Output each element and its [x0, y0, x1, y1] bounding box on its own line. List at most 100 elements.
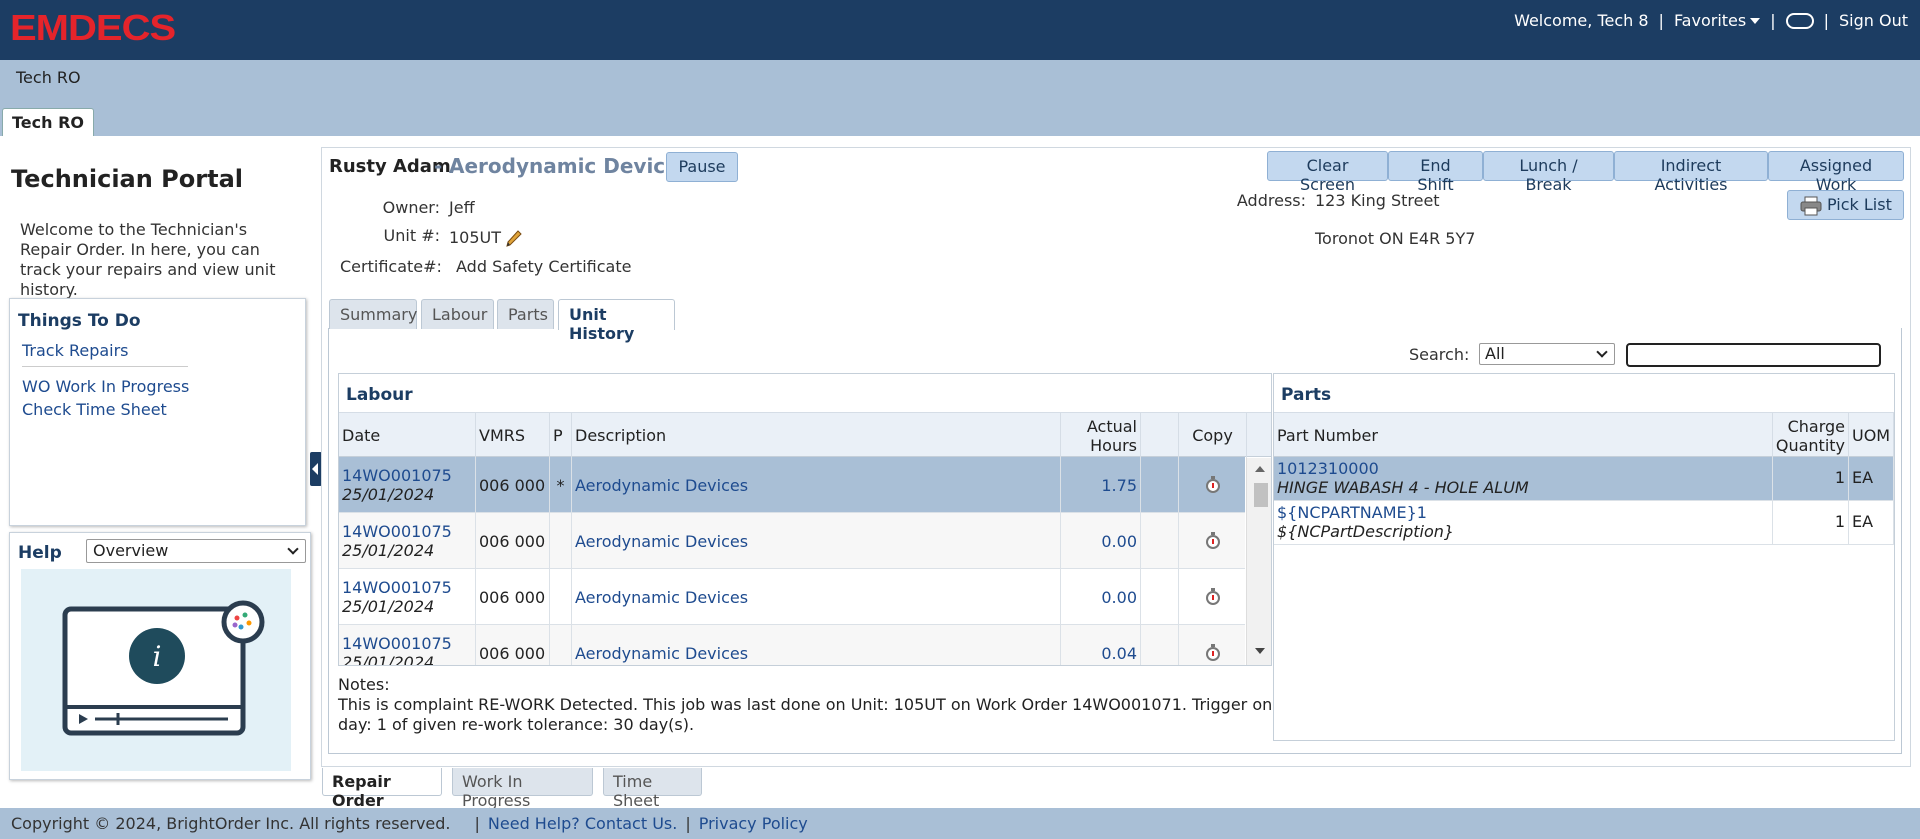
table-row[interactable]: 14WO001075 25/01/2024 006 000 Aerodynami… [339, 513, 1247, 569]
help-topic-select[interactable]: Overview [86, 539, 306, 563]
labour-grid: Labour Date VMRS P Description Actual Ho… [338, 373, 1272, 666]
labour-hours: 0.00 [1061, 513, 1141, 569]
tab-unit-history[interactable]: Unit History [558, 299, 675, 343]
address-label: Address: [1236, 191, 1306, 210]
indirect-activities-button[interactable]: Indirect Activities [1614, 151, 1768, 194]
help-topic-value: Overview [93, 541, 169, 560]
col-copy[interactable]: Copy [1179, 413, 1247, 458]
stopwatch-icon[interactable] [1205, 588, 1221, 606]
tab-work-in-progress[interactable]: Work In Progress [452, 768, 593, 810]
svg-text:i: i [153, 640, 162, 673]
labour-description-link[interactable]: Aerodynamic Devices [575, 588, 748, 607]
clear-screen-button[interactable]: Clear Screen [1267, 151, 1388, 194]
labour-hours: 0.00 [1061, 569, 1141, 625]
end-shift-button[interactable]: End Shift [1388, 151, 1483, 194]
labour-priority: * [550, 457, 572, 513]
chat-icon[interactable] [1785, 12, 1814, 29]
part-quantity: 1 [1773, 457, 1849, 501]
work-order-link[interactable]: 14WO001075 [342, 522, 452, 541]
footer: Copyright © 2024, BrightOrder Inc. All r… [0, 808, 1920, 839]
table-row[interactable]: 1012310000 HINGE WABASH 4 - HOLE ALUM 1 … [1274, 457, 1894, 501]
tab-parts[interactable]: Parts [497, 299, 554, 329]
stopwatch-icon[interactable] [1205, 476, 1221, 494]
tab-repair-order[interactable]: Repair Order [322, 768, 442, 810]
scroll-up-icon[interactable] [1255, 466, 1265, 472]
separator: | [685, 814, 691, 833]
pause-button[interactable]: Pause [666, 152, 738, 182]
labour-priority [550, 625, 572, 665]
part-description: HINGE WABASH 4 - HOLE ALUM [1277, 478, 1529, 497]
work-order-link[interactable]: 14WO001075 [342, 466, 452, 485]
assigned-work-button[interactable]: Assigned Work [1768, 151, 1904, 194]
col-date[interactable]: Date [339, 413, 476, 458]
col-uom[interactable]: UOM [1849, 413, 1894, 458]
tab-summary[interactable]: Summary [329, 299, 417, 329]
notes-text: This is complaint RE-WORK Detected. This… [338, 695, 1273, 734]
col-description[interactable]: Description [572, 413, 1061, 458]
address-line2: Toronot ON E4R 5Y7 [1315, 229, 1476, 248]
part-number-link[interactable]: 1012310000 [1277, 459, 1379, 478]
col-part-number[interactable]: Part Number [1274, 413, 1773, 458]
col-charge-quantity[interactable]: Charge Quantity [1773, 413, 1849, 458]
col-spacer [1141, 413, 1179, 458]
labour-spacer [1141, 457, 1179, 513]
copyright-text: Copyright © 2024, BrightOrder Inc. All r… [11, 814, 451, 833]
table-row[interactable]: ${NCPARTNAME}1 ${NCPartDescription} 1 EA [1274, 501, 1894, 545]
labour-description-link[interactable]: Aerodynamic Devices [575, 644, 748, 663]
table-row[interactable]: 14WO001075 25/01/2024 006 000 Aerodynami… [339, 625, 1247, 666]
labour-date: 25/01/2024 [342, 653, 435, 666]
pick-list-button[interactable]: Pick List [1787, 190, 1904, 220]
privacy-policy-link[interactable]: Privacy Policy [699, 814, 808, 833]
search-filter-select[interactable]: All [1479, 343, 1615, 365]
part-number-link[interactable]: ${NCPARTNAME}1 [1277, 503, 1427, 522]
col-vmrs[interactable]: VMRS [476, 413, 550, 458]
help-video-thumbnail[interactable]: i [21, 569, 291, 771]
lunch-break-button[interactable]: Lunch / Break [1483, 151, 1614, 194]
stopwatch-icon[interactable] [1205, 644, 1221, 662]
unit-link[interactable]: 105UT [449, 228, 501, 247]
certificate-label: Certificate#: [340, 257, 442, 276]
tab-labour[interactable]: Labour [421, 299, 494, 329]
labour-vmrs: 006 000 [476, 457, 550, 513]
edit-pencil-icon[interactable] [505, 229, 523, 247]
part-uom: EA [1849, 457, 1894, 501]
sign-out-link[interactable]: Sign Out [1839, 11, 1908, 30]
labour-date: 25/01/2024 [342, 597, 435, 616]
notes-label: Notes: [338, 675, 390, 694]
todo-check-time-sheet[interactable]: Check Time Sheet [22, 400, 167, 419]
app-logo[interactable]: EMDECS [10, 8, 176, 49]
scroll-thumb[interactable] [1254, 483, 1268, 507]
work-order-link[interactable]: 14WO001075 [342, 634, 452, 653]
tab-tech-ro[interactable]: Tech RO [2, 108, 95, 136]
labour-description-link[interactable]: Aerodynamic Devices [575, 532, 748, 551]
labour-scrollbar[interactable] [1246, 458, 1271, 665]
labour-hours: 1.75 [1061, 457, 1141, 513]
labour-priority [550, 513, 572, 569]
todo-track-repairs[interactable]: Track Repairs [22, 341, 129, 360]
chevron-down-icon [287, 543, 299, 555]
labour-header: Date VMRS P Description Actual Hours Cop… [339, 412, 1271, 458]
labour-hours: 0.04 [1061, 625, 1141, 665]
search-input[interactable] [1626, 343, 1881, 367]
labour-spacer [1141, 569, 1179, 625]
table-row[interactable]: 14WO001075 25/01/2024 006 000 Aerodynami… [339, 569, 1247, 625]
favorites-menu[interactable]: Favorites [1674, 11, 1761, 30]
labour-description-link[interactable]: Aerodynamic Devices [575, 476, 748, 495]
portal-intro: Welcome to the Technician's Repair Order… [20, 220, 276, 299]
portal-title: Technician Portal [11, 165, 243, 193]
table-row[interactable]: 14WO001075 25/01/2024 006 000 * Aerodyna… [339, 457, 1247, 513]
col-actual-hours[interactable]: Actual Hours [1061, 413, 1141, 458]
tab-time-sheet[interactable]: Time Sheet [603, 768, 702, 810]
todo-wo-work-in-progress[interactable]: WO Work In Progress [22, 377, 189, 396]
page-subtitle: Tech RO [16, 68, 81, 87]
labour-date: 25/01/2024 [342, 485, 435, 504]
help-panel: Help Overview i [9, 532, 311, 780]
scroll-down-icon[interactable] [1255, 648, 1265, 654]
col-p[interactable]: P [550, 413, 572, 458]
labour-spacer [1141, 625, 1179, 665]
stopwatch-icon[interactable] [1205, 532, 1221, 550]
work-order-link[interactable]: 14WO001075 [342, 578, 452, 597]
labour-vmrs: 006 000 [476, 569, 550, 625]
help-contact-link[interactable]: Need Help? Contact Us. [488, 814, 677, 833]
add-safety-certificate-link[interactable]: Add Safety Certificate [456, 257, 631, 276]
